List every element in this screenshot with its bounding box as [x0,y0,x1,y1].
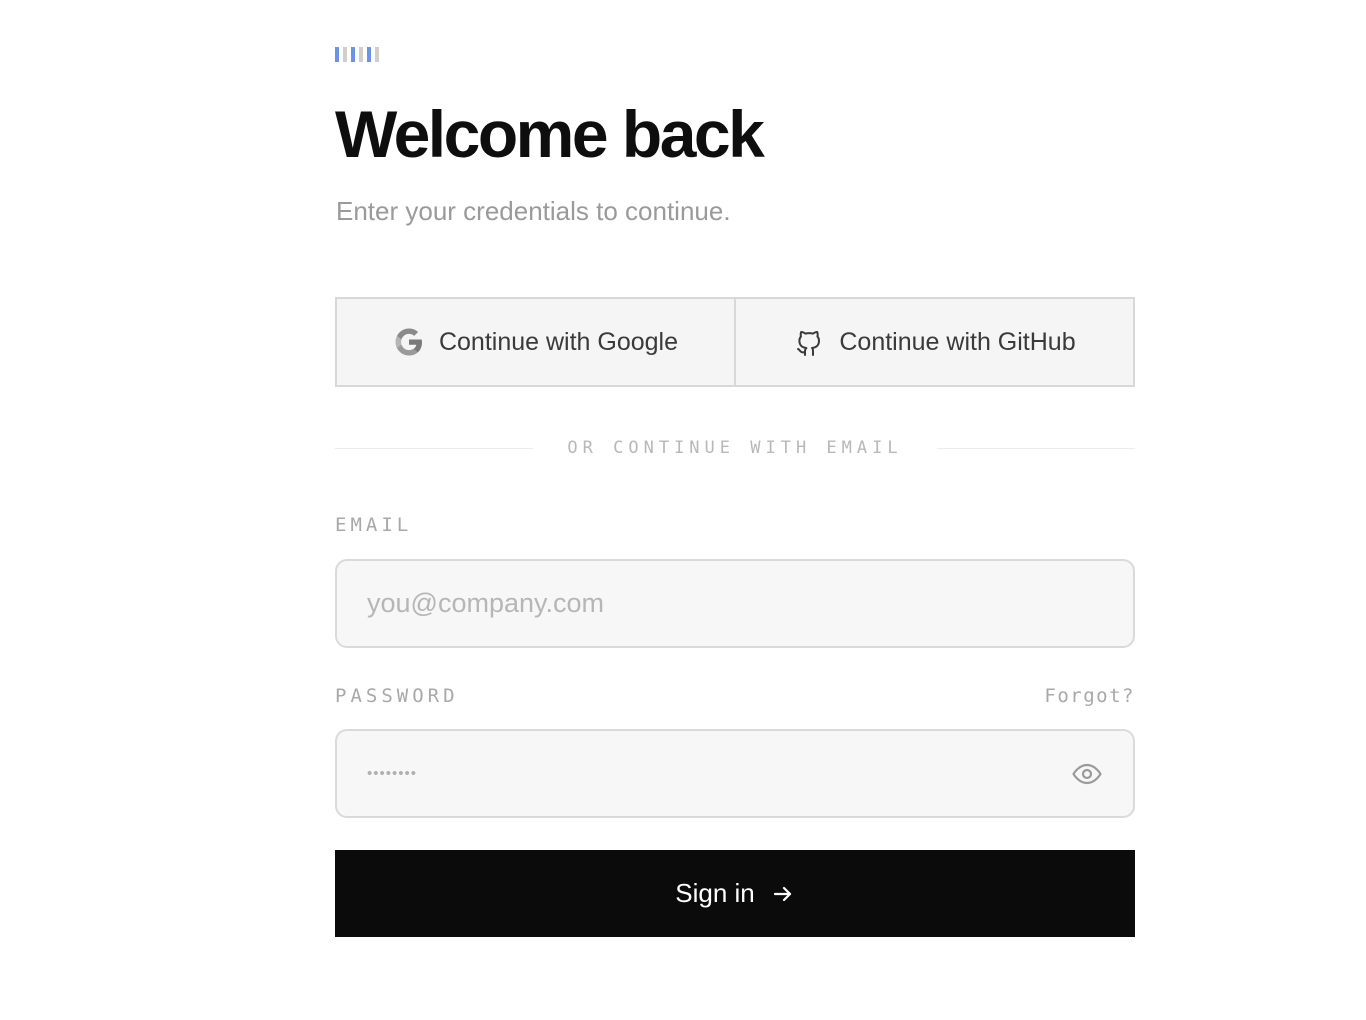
logo-bar [367,47,371,62]
github-signin-button[interactable]: Continue with GitHub [736,297,1135,387]
sign-in-label: Sign in [675,878,755,908]
github-button-label: Continue with GitHub [839,327,1076,356]
password-label: PASSWORD [335,685,459,707]
logo-bar [343,47,347,62]
password-field[interactable]: •••••••• [335,729,1135,818]
sign-in-button[interactable]: Sign in [335,850,1135,937]
forgot-password-link[interactable]: Forgot? [1044,685,1135,707]
email-label: EMAIL [335,514,413,536]
eye-icon[interactable] [1071,758,1103,790]
or-divider: OR CONTINUE WITH EMAIL [335,436,1136,460]
email-field[interactable] [335,559,1135,648]
page-title: Welcome back [335,97,765,171]
divider-line [936,447,1136,449]
logo-bar [335,47,339,62]
google-signin-button[interactable]: Continue with Google [335,297,736,387]
logo-bar [359,47,363,62]
password-input[interactable]: •••••••• [367,765,1071,782]
page-subtitle: Enter your credentials to continue. [336,196,731,226]
divider-text: OR CONTINUE WITH EMAIL [567,438,903,458]
logo-icon [335,47,379,62]
arrow-right-icon [771,882,795,906]
oauth-buttons: Continue with Google Continue with GitHu… [335,297,1135,387]
google-button-label: Continue with Google [438,327,679,356]
email-input[interactable] [367,588,1103,619]
logo-bar [351,47,355,62]
logo-bar [375,47,379,62]
google-icon [393,326,425,358]
github-icon [793,326,825,358]
divider-line [335,447,534,449]
